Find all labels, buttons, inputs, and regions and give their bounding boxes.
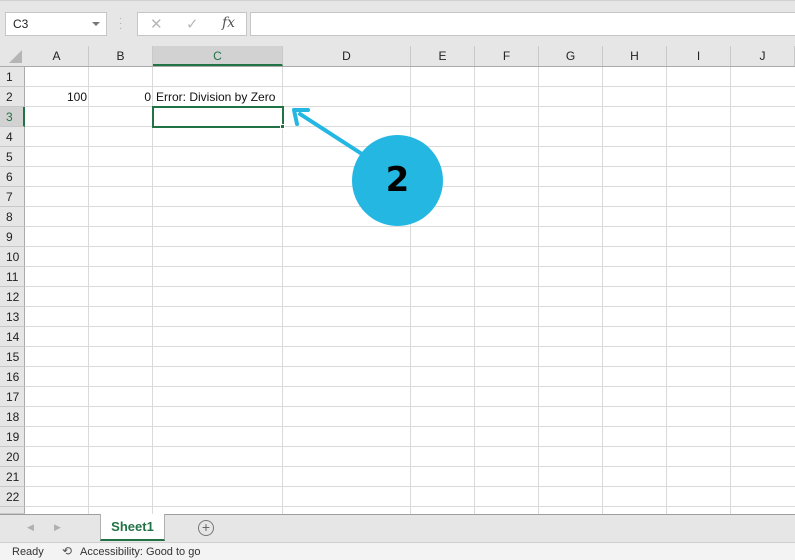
row-header-17[interactable]: 17	[0, 387, 25, 407]
sheet-tab-bar: ◀ ▶ Sheet1 +	[0, 514, 795, 542]
row-header-9[interactable]: 9	[0, 227, 25, 247]
insert-function-icon[interactable]: fx	[222, 15, 235, 31]
selected-cell-c3[interactable]	[152, 106, 284, 128]
cell-a2[interactable]: 100	[25, 87, 89, 107]
column-header-a[interactable]: A	[25, 46, 89, 66]
chevron-down-icon[interactable]	[92, 22, 100, 26]
formula-input[interactable]	[250, 12, 795, 36]
select-all-icon	[9, 50, 22, 63]
cell-grid[interactable]: 100 0 Error: Division by Zero	[25, 67, 795, 514]
sheet-tab-sheet1[interactable]: Sheet1	[100, 514, 165, 541]
step-badge: 2	[352, 135, 443, 226]
row-gridline	[25, 346, 795, 347]
row-gridline	[25, 386, 795, 387]
name-box[interactable]: C3	[5, 12, 107, 36]
cancel-icon[interactable]: ✕	[150, 15, 163, 33]
column-header-f[interactable]: F	[475, 46, 539, 66]
row-gridline	[25, 286, 795, 287]
column-header-g[interactable]: G	[539, 46, 603, 66]
prev-sheet-icon[interactable]: ◀	[27, 522, 34, 533]
row-gridline	[25, 366, 795, 367]
row-header-2[interactable]: 2	[0, 87, 25, 107]
formula-bar: C3 · · · ✕ ✓ fx	[0, 0, 795, 46]
row-header-18[interactable]: 18	[0, 407, 25, 427]
row-header-19[interactable]: 19	[0, 427, 25, 447]
row-header-1[interactable]: 1	[0, 67, 25, 87]
column-header-e[interactable]: E	[411, 46, 475, 66]
drag-handle-icon[interactable]: · · ·	[119, 14, 122, 34]
row-header-4[interactable]: 4	[0, 127, 25, 147]
row-gridline	[25, 446, 795, 447]
row-gridline	[25, 406, 795, 407]
column-header-j[interactable]: J	[731, 46, 795, 66]
status-ready: Ready	[12, 546, 44, 558]
formula-buttons: ✕ ✓ fx	[137, 12, 247, 36]
next-sheet-icon[interactable]: ▶	[54, 522, 61, 533]
cell-b2[interactable]: 0	[89, 87, 153, 107]
accessibility-icon[interactable]: ⟲	[62, 544, 72, 558]
row-header-15[interactable]: 15	[0, 347, 25, 367]
row-header-11[interactable]: 11	[0, 267, 25, 287]
row-gridline	[25, 326, 795, 327]
row-header-5[interactable]: 5	[0, 147, 25, 167]
row-header-12[interactable]: 12	[0, 287, 25, 307]
enter-icon[interactable]: ✓	[186, 15, 199, 33]
row-gridline	[25, 426, 795, 427]
row-header-21[interactable]: 21	[0, 467, 25, 487]
excel-window: C3 · · · ✕ ✓ fx A B C D E F G H I J 123456…	[0, 0, 795, 560]
column-header-d[interactable]: D	[283, 46, 411, 66]
accessibility-status[interactable]: Accessibility: Good to go	[80, 546, 200, 558]
row-gridline	[25, 466, 795, 467]
column-header-h[interactable]: H	[603, 46, 667, 66]
name-box-value: C3	[13, 17, 29, 31]
select-all-button[interactable]	[0, 46, 25, 66]
row-header-20[interactable]: 20	[0, 447, 25, 467]
row-header-16[interactable]: 16	[0, 367, 25, 387]
add-sheet-icon[interactable]: +	[198, 520, 214, 536]
column-header-c[interactable]: C	[153, 46, 283, 66]
row-header-6[interactable]: 6	[0, 167, 25, 187]
row-header-8[interactable]: 8	[0, 207, 25, 227]
row-header-10[interactable]: 10	[0, 247, 25, 267]
fill-handle[interactable]	[280, 124, 285, 129]
row-header-3[interactable]: 3	[0, 107, 25, 127]
row-gridline	[25, 126, 795, 127]
row-header-7[interactable]: 7	[0, 187, 25, 207]
row-gridline	[25, 266, 795, 267]
column-headers: A B C D E F G H I J	[0, 46, 795, 67]
column-header-i[interactable]: I	[667, 46, 731, 66]
row-gridline	[25, 486, 795, 487]
row-gridline	[25, 506, 795, 507]
row-gridline	[25, 306, 795, 307]
column-header-b[interactable]: B	[89, 46, 153, 66]
row-gridline	[25, 226, 795, 227]
row-header-22[interactable]: 22	[0, 487, 25, 507]
row-gridline	[25, 246, 795, 247]
status-bar: Ready ⟲ Accessibility: Good to go	[0, 542, 795, 560]
cell-c2[interactable]: Error: Division by Zero	[153, 87, 353, 107]
row-header-13[interactable]: 13	[0, 307, 25, 327]
row-header-14[interactable]: 14	[0, 327, 25, 347]
row-header-partial[interactable]	[0, 507, 25, 514]
